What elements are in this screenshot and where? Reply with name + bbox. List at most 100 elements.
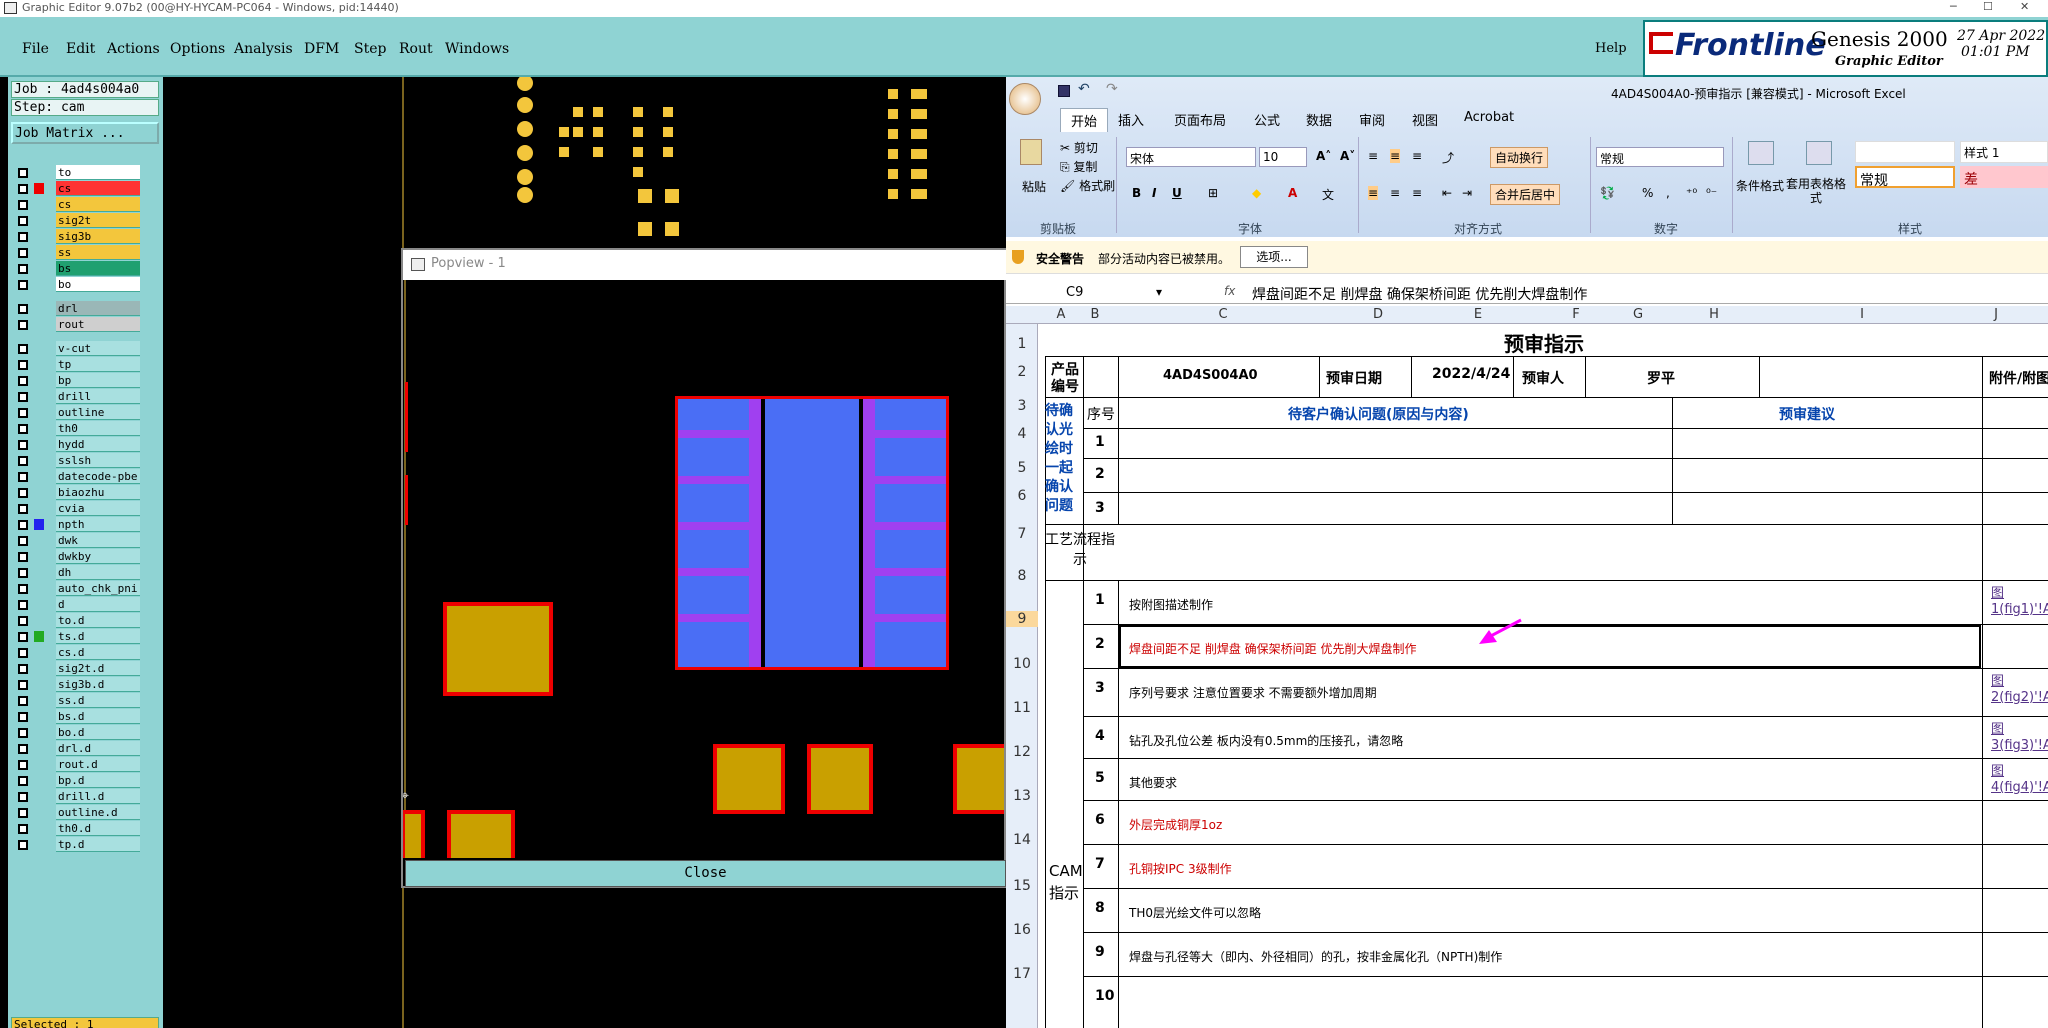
layer-row[interactable]: tp.d (14, 837, 140, 852)
tab-home[interactable]: 开始 (1060, 108, 1109, 132)
layer-checkbox[interactable] (18, 744, 28, 754)
layer-row[interactable]: biaozhu (14, 485, 140, 500)
menu-dfm[interactable]: DFM (304, 41, 339, 57)
layer-row[interactable]: drl.d (14, 741, 140, 756)
hyperlink[interactable]: 图3(fig3)'!A1 (1991, 722, 2048, 754)
layer-checkbox[interactable] (18, 824, 28, 834)
copy-button[interactable]: ⎘ 复制 (1060, 158, 1097, 175)
layer-checkbox[interactable] (18, 376, 28, 386)
column-header[interactable]: H (1660, 307, 1768, 322)
column-header[interactable]: D (1336, 307, 1420, 322)
menu-actions[interactable]: Actions (107, 41, 160, 57)
layer-checkbox[interactable] (18, 200, 28, 210)
style-normal[interactable]: 常规 (1855, 166, 1955, 189)
layer-row[interactable]: d (14, 597, 140, 612)
layer-checkbox[interactable] (18, 504, 28, 514)
font-name-select[interactable]: 宋体 (1126, 147, 1256, 167)
tab-acrobat[interactable]: Acrobat (1464, 110, 1514, 125)
column-header[interactable]: J (1956, 307, 2036, 322)
layer-row[interactable]: rout.d (14, 757, 140, 772)
column-header[interactable]: A (1042, 307, 1080, 322)
underline-icon[interactable]: U (1172, 186, 1182, 200)
number-format-select[interactable]: 常规 (1596, 147, 1724, 167)
layer-checkbox[interactable] (18, 616, 28, 626)
tab-data[interactable]: 数据 (1306, 110, 1332, 129)
layer-row[interactable]: bs (14, 261, 140, 276)
row-header[interactable]: 3 (1006, 398, 1038, 414)
layer-row[interactable]: drl (14, 301, 140, 316)
name-box-dropdown-icon[interactable]: ▾ (1156, 285, 1162, 299)
row-header[interactable]: 5 (1006, 460, 1038, 476)
menu-rout[interactable]: Rout (399, 41, 433, 57)
layer-checkbox[interactable] (18, 408, 28, 418)
layer-row[interactable]: ss (14, 245, 140, 260)
formula-input[interactable]: 焊盘间距不足 削焊盘 确保架桥间距 优先削大焊盘制作 (1252, 284, 1587, 304)
worksheet[interactable]: 预审指示 产品编号 4AD4S004A0 预审日期 2022/4/24 预审人 罗平 附件/附… (1039, 324, 2048, 1028)
hyperlink[interactable]: 图4(fig4)'!A1 (1991, 764, 2048, 796)
layer-checkbox[interactable] (18, 552, 28, 562)
layer-row[interactable]: sig3b (14, 229, 140, 244)
conditional-format-icon[interactable] (1748, 141, 1774, 165)
table-format-icon[interactable] (1806, 141, 1832, 165)
row-header[interactable]: 6 (1006, 488, 1038, 504)
layer-row[interactable]: ts.d (14, 629, 140, 644)
merge-center-button[interactable]: 合并后居中 (1490, 184, 1561, 205)
column-header[interactable]: E (1420, 307, 1536, 322)
layer-checkbox[interactable] (18, 304, 28, 314)
layer-checkbox[interactable] (18, 344, 28, 354)
percent-icon[interactable]: % (1642, 186, 1653, 200)
layer-row[interactable]: th0 (14, 421, 140, 436)
layer-row[interactable]: sig3b.d (14, 677, 140, 692)
layer-row[interactable]: v-cut (14, 341, 140, 356)
layer-checkbox[interactable] (18, 680, 28, 690)
menu-help[interactable]: Help (1595, 41, 1627, 56)
format-painter-button[interactable]: 🖌 格式刷 (1060, 177, 1115, 194)
layer-row[interactable]: tp (14, 357, 140, 372)
layer-checkbox[interactable] (18, 472, 28, 482)
row-header[interactable]: 1 (1006, 336, 1038, 352)
fill-color-icon[interactable]: ◆ (1252, 186, 1261, 200)
tab-view[interactable]: 视图 (1412, 110, 1438, 129)
layer-checkbox[interactable] (18, 360, 28, 370)
row-header[interactable]: 13 (1006, 788, 1038, 804)
layer-checkbox[interactable] (18, 728, 28, 738)
layer-row[interactable]: drill.d (14, 789, 140, 804)
job-matrix-button[interactable]: Job Matrix ... (11, 122, 159, 144)
layer-row[interactable]: datecode-pbe (14, 469, 140, 484)
row-header[interactable]: 14 (1006, 832, 1038, 848)
hyperlink[interactable]: 图1(fig1)'!A1 (1991, 586, 2048, 618)
row-header[interactable]: 15 (1006, 878, 1038, 894)
phonetic-icon[interactable]: 文 (1322, 186, 1334, 203)
layer-row[interactable]: cs (14, 181, 140, 196)
orientation-icon[interactable]: ⤴ (1442, 149, 1454, 166)
layer-checkbox[interactable] (18, 536, 28, 546)
layer-checkbox[interactable] (18, 568, 28, 578)
column-header[interactable]: G (1616, 307, 1660, 322)
wrap-text-button[interactable]: 自动换行 (1490, 147, 1549, 168)
redo-icon[interactable]: ↷ (1106, 81, 1118, 97)
layer-row[interactable]: sig2t.d (14, 661, 140, 676)
layer-row[interactable]: cs (14, 197, 140, 212)
layer-checkbox[interactable] (18, 664, 28, 674)
layer-row[interactable]: outline.d (14, 805, 140, 820)
layer-checkbox[interactable] (18, 216, 28, 226)
paste-icon[interactable] (1020, 139, 1042, 165)
layer-checkbox[interactable] (18, 776, 28, 786)
layer-row[interactable]: dh (14, 565, 140, 580)
grow-font-icon[interactable]: A˄ (1316, 149, 1331, 163)
row-header[interactable]: 12 (1006, 744, 1038, 760)
row-header[interactable]: 16 (1006, 922, 1038, 938)
row-header[interactable]: 9 (1006, 611, 1038, 627)
menu-file[interactable]: File (22, 41, 49, 57)
style-empty[interactable] (1855, 141, 1955, 163)
menu-edit[interactable]: Edit (66, 41, 95, 57)
layer-checkbox[interactable] (18, 632, 28, 642)
layer-checkbox[interactable] (18, 248, 28, 258)
layer-row[interactable]: hydd (14, 437, 140, 452)
layer-checkbox[interactable] (18, 424, 28, 434)
increase-indent-icon[interactable]: ⇥ (1462, 186, 1472, 200)
shrink-font-icon[interactable]: A˅ (1340, 149, 1355, 163)
layer-row[interactable]: auto_chk_pni (14, 581, 140, 596)
layer-checkbox[interactable] (18, 232, 28, 242)
style-1[interactable]: 样式 1 (1960, 141, 2048, 163)
